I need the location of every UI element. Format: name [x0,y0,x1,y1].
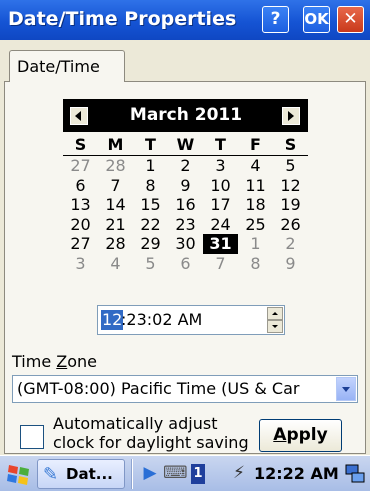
calendar-day[interactable]: 17 [203,195,238,215]
weekday-label: F [250,135,261,154]
calendar-day[interactable]: 2 [273,234,308,254]
calendar-day[interactable]: 28 [98,156,133,176]
ok-button[interactable]: OK [303,6,330,33]
calendar-day[interactable]: 29 [133,234,168,254]
taskbar-window-button[interactable]: ✎ Dat... [37,459,125,489]
time-zone-label: Time Zone [12,352,97,371]
calendar-day[interactable]: 24 [203,215,238,235]
weekday-label: S [284,135,297,154]
window-title: Date/Time Properties [8,8,237,30]
calendar-day[interactable]: 6 [168,254,203,274]
calendar-day[interactable]: 26 [273,215,308,235]
daylight-label-line1: Automatically adjust [53,414,218,433]
calendar-day[interactable]: 19 [273,195,308,215]
calendar-day[interactable]: 15 [133,195,168,215]
time-hour[interactable]: 12 [101,310,124,330]
daylight-label-line2: clock for daylight saving [53,433,249,452]
calendar-day[interactable]: 27 [63,234,98,254]
calendar-day[interactable]: 20 [63,215,98,235]
calendar-day[interactable]: 3 [203,156,238,176]
calendar-day[interactable]: 27 [63,156,98,176]
calendar-day[interactable]: 28 [98,234,133,254]
calendar-day[interactable]: 8 [133,176,168,196]
taskbar-clock[interactable]: 12:22 AM [254,464,339,483]
weekday-label: M [107,135,124,154]
calendar-day[interactable]: 11 [238,176,273,196]
calendar-day[interactable]: 1 [238,234,273,254]
calendar-week-row: 27 28 29 30 31 1 2 [63,234,308,254]
tab-date-time[interactable]: Date/Time [9,50,125,82]
calendar-day[interactable]: 23 [168,215,203,235]
calendar-day[interactable]: 25 [238,215,273,235]
daylight-label: Automatically adjust clock for daylight … [53,414,253,452]
calendar-day[interactable]: 4 [98,254,133,274]
calendar-day[interactable]: 5 [273,156,308,176]
calendar-day[interactable]: 9 [168,176,203,196]
calendar-day-selected[interactable]: 31 [203,234,238,254]
calendar-day[interactable]: 5 [133,254,168,274]
weekday-label: W [176,135,195,154]
arrow-right-icon [288,111,294,121]
weekday-label: S [74,135,87,154]
calendar-day[interactable]: 4 [238,156,273,176]
calendar-day[interactable]: 18 [238,195,273,215]
prev-month-button[interactable] [70,107,88,125]
app-icon: ✎ [43,464,59,485]
calendar-day[interactable]: 21 [98,215,133,235]
taskbar: ✎ Dat... ▶ ⌨ 1 ⚡ 12:22 AM [0,455,370,491]
daylight-checkbox[interactable] [20,425,44,449]
keyboard-icon[interactable]: ⌨ [163,462,188,484]
calendar-day[interactable]: 7 [203,254,238,274]
weekday-label: T [145,135,156,154]
calendar: March 2011 S M T W T F S 27 28 1 2 3 4 5 6 7 8 9 10 11 12 13 1… [63,99,308,291]
calendar-day[interactable]: 6 [63,176,98,196]
time-zone-select[interactable]: (GMT-08:00) Pacific Time (US & Car [12,375,358,403]
spin-down-button[interactable] [267,320,283,333]
time-input[interactable]: 12 :23:02 AM [97,305,285,335]
calendar-day[interactable]: 1 [133,156,168,176]
weekday-header-row: SMTWTFS [63,135,308,156]
calendar-grid: S M T W T F S 27 28 1 2 3 4 5 6 7 8 9 10 11 12 13 14 15 16 17 18 19… [63,135,308,273]
calendar-day[interactable]: 10 [203,176,238,196]
taskbar-window-label: Dat... [66,465,113,483]
calendar-day[interactable]: 3 [63,254,98,274]
calendar-day[interactable]: 7 [98,176,133,196]
time-rest[interactable]: :23:02 AM [121,310,202,330]
month-label[interactable]: March 2011 [93,105,279,125]
time-spinner[interactable] [267,307,283,333]
calendar-day[interactable]: 12 [273,176,308,196]
calendar-day[interactable]: 8 [238,254,273,274]
calendar-day[interactable]: 16 [168,195,203,215]
arrow-left-icon [75,111,81,121]
network-icon[interactable]: ▶ [139,462,161,484]
dropdown-arrow-icon[interactable] [336,377,356,401]
weekday-label: T [215,135,226,154]
calendar-day[interactable]: 30 [168,234,203,254]
calendar-day[interactable]: 22 [133,215,168,235]
calendar-week-row: 6 7 8 9 10 11 12 [63,176,308,196]
calendar-week-row: 27 28 1 2 3 4 5 [63,156,308,176]
time-zone-value: (GMT-08:00) Pacific Time (US & Car [17,379,300,398]
input-language-icon[interactable]: 1 [191,464,205,484]
desktop-icon[interactable] [344,462,366,486]
close-button[interactable]: ✕ [337,6,364,33]
calendar-day[interactable]: 13 [63,195,98,215]
calendar-week-row: 20 21 22 23 24 25 26 [63,215,308,235]
calendar-week-row: 3456789 [63,254,308,274]
calendar-week-row: 13 14 15 16 17 18 19 [63,195,308,215]
title-bar: Date/Time Properties ? OK ✕ [0,0,370,40]
tray-separator [131,459,133,489]
calendar-day[interactable]: 2 [168,156,203,176]
help-button[interactable]: ? [262,6,289,33]
spin-up-button[interactable] [267,307,283,320]
start-flag-icon[interactable] [6,462,32,486]
calendar-day[interactable]: 9 [273,254,308,274]
next-month-button[interactable] [282,107,300,125]
power-plug-icon[interactable]: ⚡ [228,462,250,484]
calendar-header: March 2011 [63,99,308,132]
apply-button[interactable]: Apply [259,419,342,452]
calendar-day[interactable]: 14 [98,195,133,215]
